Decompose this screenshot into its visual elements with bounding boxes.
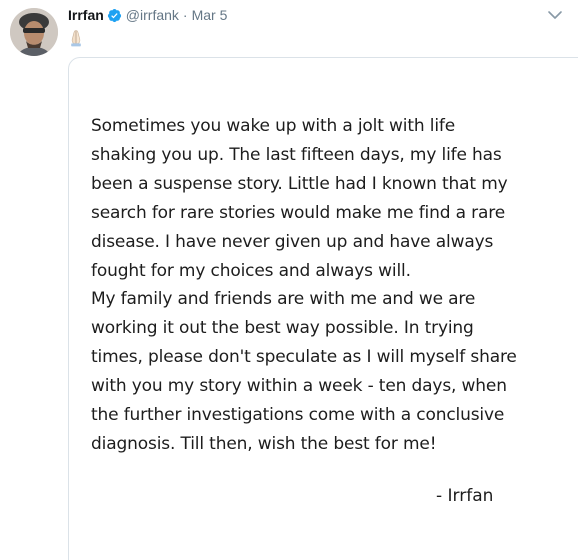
signature: - Irrfan <box>436 486 494 506</box>
chevron-down-icon[interactable] <box>546 8 564 22</box>
separator-dot: · <box>182 7 188 23</box>
tweet-date[interactable]: Mar 5 <box>192 5 228 25</box>
statement-line: diagnosis. Till then, wish the best for … <box>91 433 437 454</box>
avatar[interactable] <box>10 8 58 56</box>
user-handle[interactable]: @irrfank <box>126 5 179 25</box>
statement-line: search for rare stories would make me fi… <box>91 202 506 223</box>
statement-line: disease. I have never given up and have … <box>91 231 494 252</box>
statement-line: Sometimes you wake up with a jolt with l… <box>91 116 456 136</box>
statement-line: the further investigations come with a c… <box>91 405 505 426</box>
statement-line: My family and friends are with me and we… <box>91 289 476 310</box>
statement-line: working it out the best way possible. In… <box>91 318 474 339</box>
profile-photo-icon <box>10 8 58 56</box>
statement-line: fought for my choices and always will. <box>91 260 411 281</box>
tweet-header: Irrfan @irrfank · Mar 5 <box>68 5 227 25</box>
statement-line: shaking you up. The last fifteen days, m… <box>91 144 502 165</box>
tweet-card: Irrfan @irrfank · Mar 5 Sometimes you wa… <box>0 0 578 560</box>
display-name[interactable]: Irrfan <box>68 5 104 25</box>
folded-hands-emoji-icon <box>68 29 84 47</box>
statement-line: with you my story within a week - ten da… <box>91 376 507 397</box>
verified-badge-icon <box>107 8 122 23</box>
statement-text: Sometimes you wake up with a jolt with l… <box>91 112 561 459</box>
statement-line: been a suspense story. Little had I know… <box>91 173 508 194</box>
statement-line: times, please don't speculate as I will … <box>91 347 517 368</box>
